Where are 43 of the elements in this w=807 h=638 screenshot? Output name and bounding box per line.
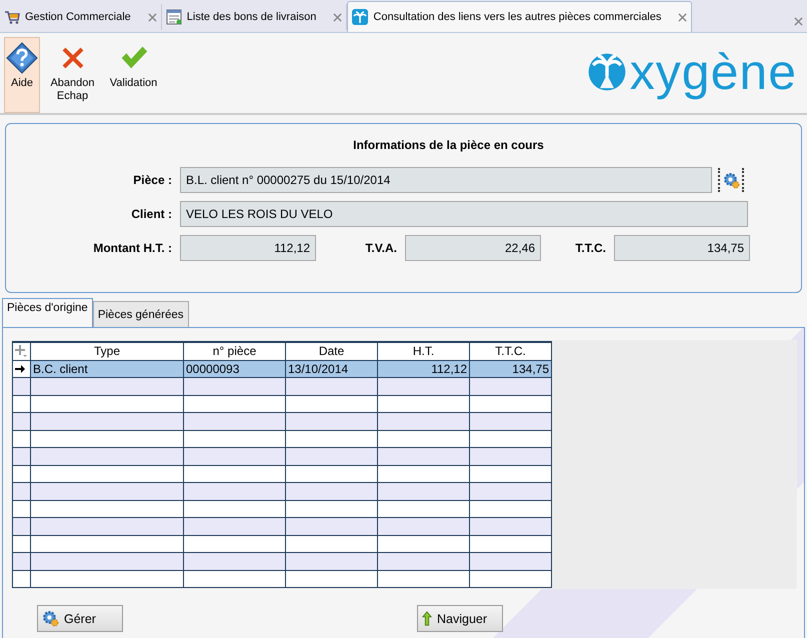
- section-tab[interactable]: Pièces générées: [92, 301, 188, 328]
- column-header[interactable]: n° pièce: [184, 342, 286, 360]
- close-icon[interactable]: [678, 12, 688, 22]
- help-icon: [5, 41, 39, 75]
- amount-field[interactable]: 112,12: [180, 235, 316, 261]
- logo-text: xygène: [630, 47, 797, 97]
- list-icon: [166, 9, 182, 25]
- close-icon[interactable]: [148, 12, 157, 22]
- table-cell: 134,75: [470, 360, 552, 378]
- palm-icon: [352, 9, 368, 25]
- close-icon[interactable]: [794, 17, 803, 26]
- close-icon[interactable]: [333, 12, 342, 22]
- section-tab[interactable]: Pièces d'origine: [2, 298, 93, 328]
- amount-field[interactable]: 134,75: [614, 235, 750, 261]
- section-title: Informations de la pièce en cours: [352, 138, 545, 152]
- toolbar-button[interactable]: Aide: [4, 37, 40, 113]
- column-header[interactable]: H.T.: [378, 342, 470, 360]
- up-arrow-icon: [422, 610, 432, 627]
- field-label: T.V.A.: [364, 241, 398, 255]
- gear-icon: [42, 610, 59, 627]
- field-label: T.T.C.: [574, 241, 607, 255]
- document-tab[interactable]: Consultation des liens vers les autres pièces commerciales: [347, 1, 692, 32]
- table-cell: 13/10/2014: [286, 360, 378, 378]
- column-header[interactable]: T.T.C.: [470, 342, 552, 360]
- piece-field[interactable]: B.L. client n° 00000275 du 15/10/2014: [180, 167, 712, 193]
- current-row-arrow-icon: [15, 364, 25, 373]
- table-cell: 00000093: [184, 360, 286, 378]
- add-icon[interactable]: [15, 345, 27, 358]
- field-label: Client :: [130, 207, 173, 221]
- column-header[interactable]: Date: [286, 342, 378, 360]
- client-field[interactable]: VELO LES ROIS DU VELO: [180, 201, 748, 227]
- toolbar-button[interactable]: Abandon Echap: [44, 37, 101, 113]
- field-label: Pièce :: [132, 173, 173, 187]
- settings-button[interactable]: [718, 168, 744, 192]
- table-cell: B.C. client: [30, 360, 184, 378]
- cart-icon: [4, 9, 20, 25]
- action-button[interactable]: Naviguer: [417, 605, 503, 632]
- column-header[interactable]: Type: [30, 342, 184, 360]
- action-button[interactable]: Gérer: [37, 605, 123, 632]
- table-cell: 112,12: [378, 360, 470, 378]
- field-label: Montant H.T. :: [92, 241, 173, 255]
- amount-field[interactable]: 22,46: [405, 235, 541, 261]
- toolbar-button[interactable]: Validation: [105, 37, 162, 113]
